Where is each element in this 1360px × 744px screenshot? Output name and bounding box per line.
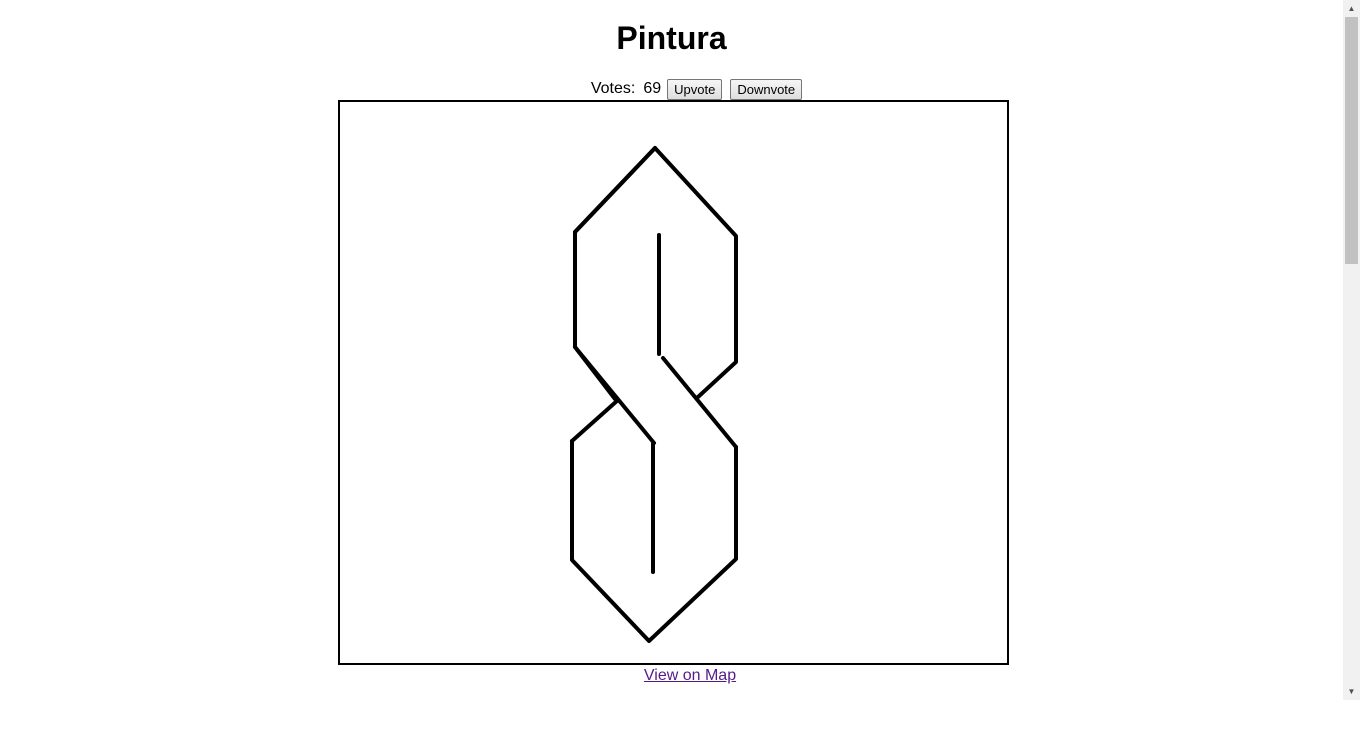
drawing-artwork	[570, 146, 738, 643]
vote-bar: Votes: 69 Upvote Downvote	[0, 77, 1343, 101]
stroke-lower-left-join	[570, 398, 620, 443]
drawing-canvas	[338, 100, 1009, 665]
page: Pintura Votes: 69 Upvote Downvote View o…	[0, 0, 1343, 744]
stroke-upper-right	[573, 146, 738, 399]
upvote-button[interactable]: Upvote	[667, 78, 723, 100]
triangle-down-icon[interactable]: ▼	[1343, 683, 1360, 700]
triangle-up-icon[interactable]: ▲	[1343, 0, 1360, 17]
vertical-scrollbar[interactable]: ▲ ▼	[1343, 0, 1360, 700]
scrollbar-thumb[interactable]	[1345, 17, 1358, 264]
page-title: Pintura	[616, 20, 727, 56]
downvote-button[interactable]: Downvote	[730, 78, 803, 100]
votes-label: Votes:	[590, 80, 636, 97]
votes-count: 69	[643, 80, 662, 97]
map-link-wrapper: View on Map	[0, 667, 1360, 685]
view-on-map-link[interactable]: View on Map	[644, 667, 736, 684]
